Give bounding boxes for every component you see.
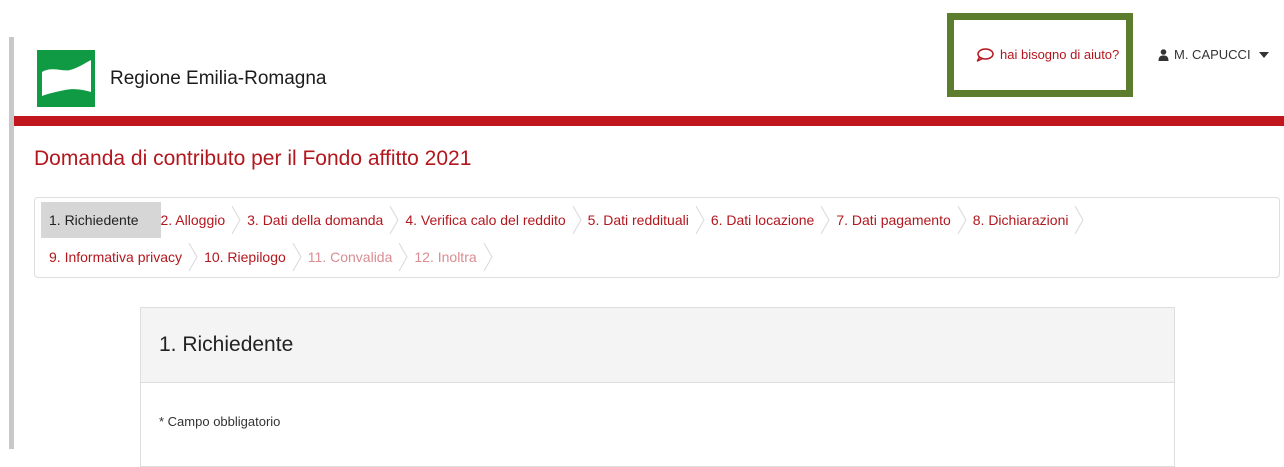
step-label: 12. Inoltra xyxy=(414,249,477,265)
wizard-stepper: 1. Richiedente 2. Alloggio 3. Dati della… xyxy=(34,197,1280,278)
step-separator-icon xyxy=(483,242,493,272)
stepper-row-2: 9. Informativa privacy 10. Riepilogo 11.… xyxy=(41,239,499,275)
step-dati-pagamento[interactable]: 7. Dati pagamento xyxy=(836,202,972,238)
brand-name: Regione Emilia-Romagna xyxy=(110,68,327,89)
step-label: 8. Dichiarazioni xyxy=(972,212,1069,228)
user-icon xyxy=(1158,48,1169,61)
step-label: 5. Dati reddituali xyxy=(587,212,689,228)
step-informativa-privacy[interactable]: 9. Informativa privacy xyxy=(41,239,204,275)
chat-bubble-icon xyxy=(976,47,994,62)
step-alloggio[interactable]: 2. Alloggio xyxy=(161,202,248,238)
step-separator-icon xyxy=(695,205,705,235)
required-field-note: * Campo obbligatorio xyxy=(159,414,281,429)
step-label: 3. Dati della domanda xyxy=(247,212,384,228)
step-dichiarazioni[interactable]: 8. Dichiarazioni xyxy=(973,202,1091,238)
step-verifica-calo-reddito[interactable]: 4. Verifica calo del reddito xyxy=(405,202,587,238)
stepper-row-1: 1. Richiedente 2. Alloggio 3. Dati della… xyxy=(41,202,1090,238)
step-arrow-icon xyxy=(144,202,155,238)
step-label: 10. Riepilogo xyxy=(204,249,286,265)
step-label: 6. Dati locazione xyxy=(710,212,815,228)
step-richiedente[interactable]: 1. Richiedente xyxy=(41,202,161,238)
step-dati-locazione[interactable]: 6. Dati locazione xyxy=(711,202,837,238)
step-dati-reddituali[interactable]: 5. Dati reddituali xyxy=(588,202,711,238)
step-separator-icon xyxy=(1075,205,1085,235)
user-menu[interactable]: M. CAPUCCI xyxy=(1158,47,1269,62)
help-link-label: hai bisogno di aiuto? xyxy=(1000,47,1120,62)
section-title: 1. Richiedente xyxy=(141,308,1174,383)
step-inoltra: 12. Inoltra xyxy=(414,239,498,275)
step-dati-domanda[interactable]: 3. Dati della domanda xyxy=(247,202,405,238)
step-separator-icon xyxy=(572,205,582,235)
step-separator-icon xyxy=(957,205,967,235)
regione-logo-icon xyxy=(37,50,95,107)
header-red-bar xyxy=(14,116,1284,126)
step-convalida: 11. Convalida xyxy=(308,239,415,275)
step-riepilogo[interactable]: 10. Riepilogo xyxy=(204,239,308,275)
step-label: 4. Verifica calo del reddito xyxy=(405,212,566,228)
step-separator-icon xyxy=(820,205,830,235)
step-separator-icon xyxy=(398,242,408,272)
step-label: 9. Informativa privacy xyxy=(49,249,183,265)
step-label: 7. Dati pagamento xyxy=(836,212,951,228)
step-separator-icon xyxy=(389,205,399,235)
step-separator-icon xyxy=(231,205,241,235)
help-link[interactable]: hai bisogno di aiuto? xyxy=(976,47,1119,62)
step-separator-icon xyxy=(188,242,198,272)
user-name: M. CAPUCCI xyxy=(1174,47,1251,62)
step-separator-icon xyxy=(292,242,302,272)
caret-down-icon xyxy=(1258,51,1269,58)
step-label: 1. Richiedente xyxy=(49,212,139,228)
step-label: 11. Convalida xyxy=(307,249,393,265)
step-label: 2. Alloggio xyxy=(160,212,226,228)
left-border xyxy=(9,37,14,449)
section-card: 1. Richiedente * Campo obbligatorio xyxy=(140,307,1175,467)
page-title: Domanda di contributo per il Fondo affit… xyxy=(34,147,472,170)
